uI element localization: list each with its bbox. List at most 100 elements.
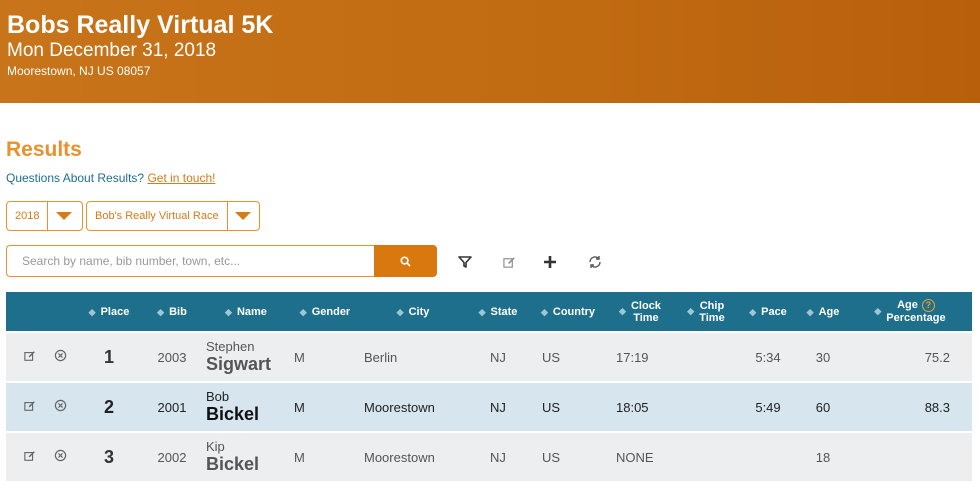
country-cell: US [530, 431, 606, 481]
contact-link[interactable]: Get in touch! [147, 171, 215, 185]
header-age-percentage[interactable]: ◆Age? Percentage [848, 292, 972, 331]
header-name[interactable]: ◆ Name [202, 292, 290, 331]
edit-icon [502, 256, 515, 268]
race-select[interactable]: Bob's Really Virtual Race [86, 201, 260, 231]
filter-icon [458, 256, 472, 268]
search-button[interactable] [374, 245, 437, 277]
gender-cell: M [290, 431, 360, 481]
sort-icon: ◆ [225, 306, 232, 317]
plus-icon [544, 256, 556, 268]
first-name: Kip [206, 439, 225, 454]
race-select-value: Bob's Really Virtual Race [95, 210, 219, 222]
place-cell: 1 [76, 331, 142, 381]
age-percentage-cell: 88.3 [848, 381, 972, 431]
age-cell: 60 [798, 381, 848, 431]
help-icon[interactable]: ? [921, 299, 935, 312]
search-bar [6, 245, 437, 277]
header-state[interactable]: ◆ State [466, 292, 530, 331]
sort-icon: ◆ [396, 306, 404, 317]
state-cell: NJ [466, 381, 530, 431]
sort-icon: ◆ [687, 306, 695, 317]
bib-cell: 2001 [142, 381, 202, 431]
name-cell: Bob Bickel [202, 381, 290, 431]
pace-cell: 5:34 [738, 331, 798, 381]
chevron-down-icon[interactable] [226, 202, 259, 230]
row-actions [6, 431, 76, 481]
results-table: ◆ Place ◆ Bib ◆ Name ◆ Gender ◆ City ◆ State ◆… [6, 292, 972, 481]
sort-icon: ◆ [157, 306, 165, 317]
name-cell: Kip Bickel [202, 431, 290, 481]
bib-cell: 2002 [142, 431, 202, 481]
state-cell: NJ [466, 431, 530, 481]
year-select[interactable]: 2018 [6, 201, 83, 231]
event-banner: Bobs Really Virtual 5K Mon December 31, … [0, 0, 980, 103]
refresh-icon [589, 256, 601, 268]
sort-icon: ◆ [806, 306, 814, 317]
name-cell: Stephen Sigwart [202, 331, 290, 381]
questions-line: Questions About Results? Get in touch! [6, 171, 215, 185]
header-pace[interactable]: ◆ Pace [738, 292, 798, 331]
pace-cell [738, 431, 798, 481]
last-name: Bickel [206, 454, 260, 474]
country-cell: US [530, 381, 606, 431]
edit-icon[interactable] [24, 400, 36, 415]
clock-time-cell: NONE [606, 431, 674, 481]
header-bib[interactable]: ◆ Bib [142, 292, 202, 331]
header-city[interactable]: ◆ City [360, 292, 466, 331]
age-percentage-cell: 75.2 [848, 331, 972, 381]
header-age[interactable]: ◆ Age [798, 292, 848, 331]
state-cell: NJ [466, 331, 530, 381]
pace-cell: 5:49 [738, 381, 798, 431]
header-clock-time[interactable]: ◆ Clock Time [606, 292, 674, 331]
edit-button[interactable] [500, 253, 518, 271]
search-icon [400, 255, 411, 267]
search-input[interactable] [6, 245, 374, 277]
place-cell: 3 [76, 431, 142, 481]
header-gender[interactable]: ◆ Gender [290, 292, 360, 331]
first-name: Stephen [206, 339, 255, 354]
city-cell: Berlin [360, 331, 466, 381]
gender-cell: M [290, 331, 360, 381]
country-cell: US [530, 331, 606, 381]
table-row[interactable]: 2 2001 Bob Bickel M Moorestown NJ US 18:0… [6, 381, 972, 431]
chevron-down-icon[interactable] [47, 202, 79, 230]
filter-button[interactable] [456, 253, 474, 271]
table-header-row: ◆ Place ◆ Bib ◆ Name ◆ Gender ◆ City ◆ State ◆… [6, 292, 972, 331]
city-cell: Moorestown [360, 431, 466, 481]
header-country[interactable]: ◆ Country [530, 292, 606, 331]
row-actions [6, 381, 76, 431]
row-actions [6, 331, 76, 381]
remove-icon[interactable] [54, 349, 67, 365]
year-select-value: 2018 [15, 210, 40, 222]
chip-time-cell [674, 381, 738, 431]
results-heading: Results [6, 138, 82, 161]
sort-icon: ◆ [88, 306, 96, 317]
table-row[interactable]: 3 2002 Kip Bickel M Moorestown NJ US NONE… [6, 431, 972, 481]
header-chip-time[interactable]: ◆ Chip Time [674, 292, 738, 331]
gender-cell: M [290, 381, 360, 431]
clock-time-cell: 18:05 [606, 381, 674, 431]
refresh-button[interactable] [586, 253, 604, 271]
place-cell: 2 [76, 381, 142, 431]
city-cell: Moorestown [360, 381, 466, 431]
header-actions [6, 292, 76, 331]
sort-icon: ◆ [478, 306, 486, 317]
edit-icon[interactable] [24, 450, 36, 465]
edit-icon[interactable] [24, 350, 36, 365]
chip-time-cell [674, 431, 738, 481]
table-row[interactable]: 1 2003 Stephen Sigwart M Berlin NJ US 17:… [6, 331, 972, 381]
remove-icon[interactable] [54, 449, 67, 465]
event-location: Moorestown, NJ US 08057 [7, 64, 151, 78]
sort-icon: ◆ [874, 306, 882, 317]
clock-time-cell: 17:19 [606, 331, 674, 381]
age-cell: 30 [798, 331, 848, 381]
remove-icon[interactable] [54, 399, 67, 415]
last-name: Sigwart [206, 354, 272, 374]
last-name: Bickel [206, 404, 260, 424]
sort-icon: ◆ [299, 306, 307, 317]
add-button[interactable] [541, 253, 559, 271]
age-cell: 18 [798, 431, 848, 481]
header-place[interactable]: ◆ Place [76, 292, 142, 331]
first-name: Bob [206, 389, 230, 404]
bib-cell: 2003 [142, 331, 202, 381]
